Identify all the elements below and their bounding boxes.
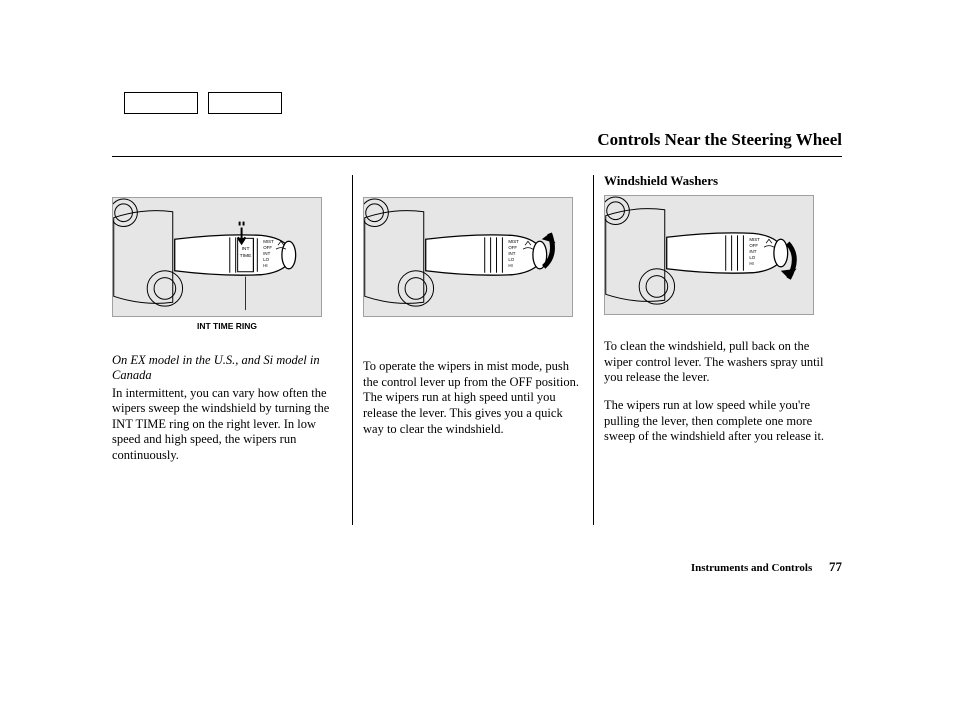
illustration-mist: MIST OFF INT LO HI xyxy=(363,197,573,317)
page-number: 77 xyxy=(829,559,842,574)
top-tab-boxes xyxy=(124,92,282,114)
svg-text:OFF: OFF xyxy=(749,243,758,248)
svg-text:TIME: TIME xyxy=(240,253,252,259)
model-note: On EX model in the U.S., and Si model in… xyxy=(112,353,342,384)
illustration-caption: INT TIME RING xyxy=(112,321,342,331)
svg-text:INT: INT xyxy=(508,251,515,256)
svg-text:HI: HI xyxy=(263,263,267,268)
svg-text:MIST: MIST xyxy=(749,237,760,242)
page-footer: Instruments and Controls 77 xyxy=(691,559,842,575)
svg-text:MIST: MIST xyxy=(508,239,519,244)
illustration-int-ring: INT TIME MIST OFF INT LO HI xyxy=(112,197,322,317)
column-2: MIST OFF INT LO HI To operate the wipers… xyxy=(353,175,593,525)
page-title: Controls Near the Steering Wheel xyxy=(112,130,842,156)
svg-text:HI: HI xyxy=(749,261,753,266)
svg-text:OFF: OFF xyxy=(263,245,272,250)
illustration-washer: MIST OFF INT LO HI xyxy=(604,195,814,315)
tab-box-2 xyxy=(208,92,282,114)
svg-text:MIST: MIST xyxy=(263,239,274,244)
col2-para-1: To operate the wipers in mist mode, push… xyxy=(363,359,583,437)
column-3: Windshield Washers MIST OFF INT xyxy=(594,175,834,525)
svg-text:LO: LO xyxy=(749,255,755,260)
tab-box-1 xyxy=(124,92,198,114)
svg-text:LO: LO xyxy=(263,257,269,262)
svg-text:HI: HI xyxy=(508,263,512,268)
col3-para-1: To clean the windshield, pull back on th… xyxy=(604,339,834,386)
column-1: INT TIME MIST OFF INT LO HI xyxy=(112,175,352,525)
col1-para-1: In intermittent, you can vary how often … xyxy=(112,386,342,464)
col3-para-2: The wipers run at low speed while you're… xyxy=(604,398,834,445)
svg-text:INT: INT xyxy=(242,246,250,252)
title-rule xyxy=(112,156,842,157)
chapter-name: Instruments and Controls xyxy=(691,562,812,574)
svg-text:INT: INT xyxy=(263,251,270,256)
svg-text:OFF: OFF xyxy=(508,245,517,250)
windshield-washers-heading: Windshield Washers xyxy=(604,173,834,189)
svg-text:INT: INT xyxy=(749,249,756,254)
svg-text:LO: LO xyxy=(508,257,514,262)
